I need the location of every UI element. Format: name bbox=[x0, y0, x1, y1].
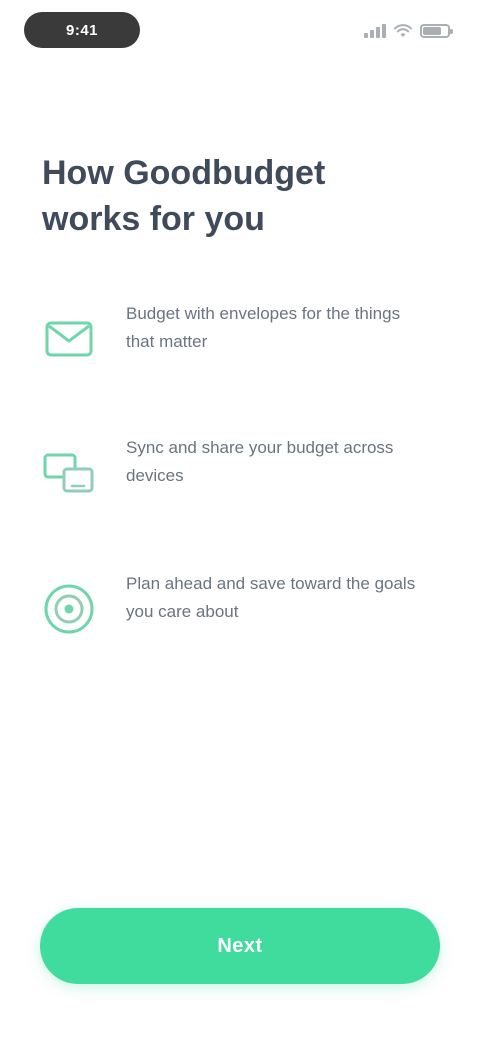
signal-icon bbox=[364, 24, 386, 38]
feature-item-sync: Sync and share your budget across device… bbox=[42, 434, 438, 500]
wifi-icon bbox=[394, 24, 412, 38]
feature-text: Sync and share your budget across device… bbox=[126, 438, 394, 485]
feature-item-goals: Plan ahead and save toward the goals you… bbox=[42, 570, 438, 636]
page-title: How Goodbudget works for you bbox=[42, 154, 326, 238]
target-icon bbox=[42, 582, 96, 636]
battery-icon bbox=[420, 24, 453, 38]
sync-icon bbox=[42, 446, 96, 500]
status-icons bbox=[364, 20, 453, 42]
onboarding-screen: 9:41 How Goodbudget works for you Budget… bbox=[0, 0, 480, 1040]
feature-item-envelopes: Budget with envelopes for the things tha… bbox=[42, 300, 438, 366]
next-button[interactable]: Next bbox=[40, 908, 440, 984]
envelope-icon bbox=[42, 312, 96, 366]
feature-text: Budget with envelopes for the things tha… bbox=[126, 304, 401, 351]
feature-text: Plan ahead and save toward the goals you… bbox=[126, 574, 416, 621]
status-bar: 9:41 bbox=[0, 0, 480, 64]
status-time: 9:41 bbox=[24, 12, 140, 48]
